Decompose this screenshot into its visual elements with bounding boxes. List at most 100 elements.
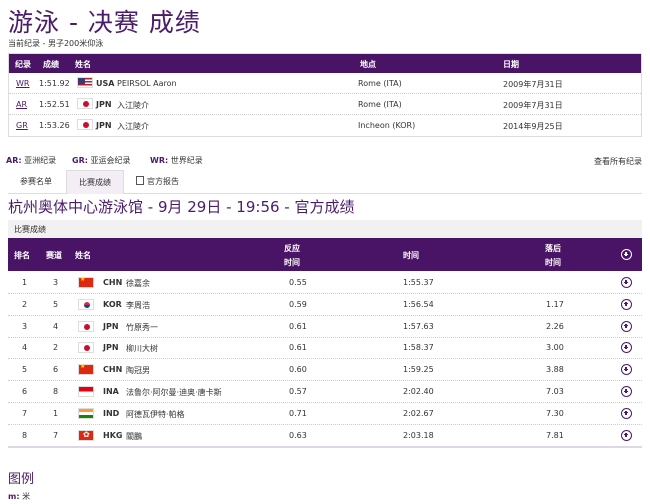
result-rank: 8 — [22, 430, 28, 440]
header-lane: 赛道 — [46, 251, 62, 260]
header-result: 成绩 — [43, 60, 59, 69]
expand-plus-icon[interactable] — [621, 320, 632, 332]
venue-heading: 杭州奥体中心游泳馆 - 9月 29日 - 19:56 - 官方成绩 — [8, 198, 355, 216]
record-noc: USA — [96, 79, 115, 88]
expand-all-plus-icon[interactable] — [621, 249, 632, 260]
header-reaction-1: 反应 — [284, 244, 300, 253]
result-noc: CHN — [103, 278, 123, 287]
result-reaction: 0.55 — [289, 278, 307, 287]
header-behind-2: 时间 — [545, 258, 561, 267]
result-lane: 4 — [53, 321, 59, 331]
record-noc: JPN — [96, 121, 112, 130]
legend-wr: WR: 世界纪录 — [150, 155, 203, 166]
legend-title: 图例 — [8, 472, 35, 487]
result-athlete: 阿德瓦伊特·帕格 — [126, 409, 185, 419]
result-lane: 5 — [53, 299, 59, 309]
result-behind: 3.00 — [546, 343, 564, 353]
expand-plus-icon[interactable] — [621, 342, 632, 354]
record-date: 2014年9月25日 — [503, 122, 563, 131]
record-time: 1:53.26 — [39, 121, 70, 130]
record-row: WR 1:51.92 USA PEIRSOL Aaron Rome (ITA) … — [9, 73, 641, 94]
tab-entry-list[interactable]: 参赛名单 — [8, 170, 64, 194]
result-athlete: 徐嘉余 — [126, 279, 150, 288]
legend-wr-code: WR: — [150, 156, 169, 165]
result-row: 6 8 INA 法鲁尔·阿尔曼·迪奥·唐卡斯 0.57 2:02.40 7.03 — [8, 381, 642, 403]
jpn-flag-icon — [77, 98, 93, 109]
record-row: AR 1:52.51 JPN 入江陵介 Rome (ITA) 2009年7月31… — [9, 94, 641, 115]
view-all-records-link[interactable]: 查看所有纪录 — [594, 156, 642, 167]
expand-plus-icon[interactable] — [621, 386, 632, 397]
legend-m-text: 米 — [22, 492, 31, 501]
page-title: 游泳 - 决赛 成绩 — [8, 8, 201, 37]
legend-gr-text: 亚运会纪录 — [90, 156, 131, 165]
result-behind: 7.81 — [546, 430, 564, 440]
usa-flag-icon — [77, 77, 93, 88]
result-lane: 7 — [53, 430, 59, 440]
result-athlete: 李周浩 — [126, 300, 150, 310]
tab-official-report[interactable]: 官方报告 — [124, 170, 191, 194]
result-athlete: 陶冠男 — [126, 366, 150, 376]
result-athlete: 關鵬 — [126, 431, 142, 441]
result-time: 2:02.67 — [403, 408, 434, 418]
record-code-link[interactable]: WR — [16, 79, 29, 88]
record-code-link[interactable]: GR — [16, 121, 28, 130]
result-time: 1:57.63 — [403, 321, 434, 331]
result-rank: 6 — [22, 387, 28, 396]
result-reaction: 0.63 — [289, 430, 307, 440]
result-rank: 3 — [22, 321, 28, 331]
results-section-label: 比赛成绩 — [8, 220, 642, 238]
ind-flag-icon — [78, 407, 94, 419]
result-noc: JPN — [103, 343, 119, 353]
jpn-flag-icon — [78, 342, 94, 354]
chn-flag-icon — [78, 363, 94, 376]
expand-plus-icon[interactable] — [621, 429, 632, 441]
result-noc: INA — [103, 387, 119, 396]
record-place: Incheon (KOR) — [358, 121, 416, 130]
record-row: GR 1:53.26 JPN 入江陵介 Incheon (KOR) 2014年9… — [9, 115, 641, 136]
result-athlete: 柳川大树 — [126, 344, 158, 354]
record-place: Rome (ITA) — [358, 100, 402, 109]
kor-flag-icon — [78, 298, 94, 310]
result-lane: 6 — [53, 365, 59, 375]
expand-plus-icon[interactable] — [621, 277, 632, 288]
record-date: 2009年7月31日 — [503, 101, 563, 110]
result-time: 1:59.25 — [403, 365, 434, 375]
records-table-header: 纪录 成绩 姓名 地点 日期 — [9, 54, 641, 73]
result-noc: CHN — [103, 365, 123, 375]
result-time: 1:58.37 — [403, 343, 434, 353]
result-reaction: 0.59 — [289, 299, 307, 309]
record-athlete: 入江陵介 — [117, 101, 149, 110]
result-athlete: 法鲁尔·阿尔曼·迪奥·唐卡斯 — [126, 388, 222, 397]
result-time: 2:03.18 — [403, 430, 434, 440]
record-time: 1:52.51 — [39, 100, 70, 109]
result-lane: 8 — [53, 387, 59, 396]
result-reaction: 0.60 — [289, 365, 307, 375]
results-table-header: 排名 赛道 姓名 反应 时间 时间 落后 时间 — [8, 238, 642, 271]
legend-wr-text: 世界纪录 — [170, 156, 203, 165]
header-athlete: 姓名 — [75, 251, 91, 260]
result-rank: 2 — [22, 299, 28, 309]
tab-results[interactable]: 比赛成绩 — [66, 170, 124, 194]
result-athlete: 竹原秀一 — [126, 322, 158, 332]
result-lane: 3 — [53, 278, 59, 287]
record-athlete: PEIRSOL Aaron — [117, 79, 177, 88]
result-lane: 1 — [53, 408, 59, 418]
result-time: 1:55.37 — [403, 278, 434, 287]
hkg-flag-icon — [78, 429, 94, 441]
records-table: 纪录 成绩 姓名 地点 日期 WR 1:51.92 USA PEIRSOL Aa… — [8, 53, 642, 137]
header-behind-1: 落后 — [545, 244, 561, 253]
tab-official-report-label: 官方报告 — [147, 177, 179, 186]
expand-plus-icon[interactable] — [621, 364, 632, 376]
result-row: 3 4 JPN 竹原秀一 0.61 1:57.63 2.26 — [8, 316, 642, 338]
ina-flag-icon — [78, 386, 94, 397]
result-row: 8 7 HKG 關鵬 0.63 2:03.18 7.81 — [8, 425, 642, 447]
jpn-flag-icon — [77, 119, 93, 130]
result-reaction: 0.61 — [289, 343, 307, 353]
expand-plus-icon[interactable] — [621, 298, 632, 310]
result-behind: 7.30 — [546, 408, 564, 418]
result-row: 2 5 KOR 李周浩 0.59 1:56.54 1.17 — [8, 294, 642, 316]
record-code-link[interactable]: AR — [16, 100, 27, 109]
expand-plus-icon[interactable] — [621, 407, 632, 419]
legend-m-code: m: — [8, 492, 20, 501]
record-noc: JPN — [96, 100, 112, 109]
